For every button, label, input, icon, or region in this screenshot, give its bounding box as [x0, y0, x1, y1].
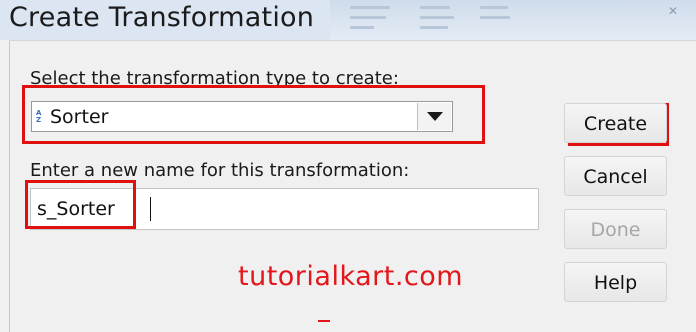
text-caret — [150, 197, 151, 221]
background-cell — [420, 6, 450, 9]
highlight-name-input — [25, 180, 136, 229]
background-cell — [350, 6, 390, 9]
background-cell — [480, 16, 510, 19]
background-cell — [350, 26, 374, 29]
background-cell — [480, 6, 508, 9]
highlight-type-select — [22, 85, 485, 144]
background-cell — [420, 26, 448, 29]
cancel-button[interactable]: Cancel — [564, 156, 667, 196]
transformation-name-label: Enter a new name for this transformation… — [30, 160, 410, 181]
done-button[interactable]: Done — [564, 209, 667, 249]
title-bar[interactable]: Create Transformation ✕ — [0, 0, 696, 40]
watermark-text: tutorialkart.com — [238, 261, 464, 292]
watermark-underline — [318, 320, 330, 322]
help-button[interactable]: Help — [564, 262, 667, 302]
close-icon[interactable]: ✕ — [664, 4, 682, 18]
dialog-title: Create Transformation — [9, 2, 315, 33]
background-cell — [420, 16, 454, 19]
background-cell — [350, 16, 386, 19]
create-button[interactable]: Create — [564, 103, 667, 143]
background-window-strip — [330, 0, 696, 40]
